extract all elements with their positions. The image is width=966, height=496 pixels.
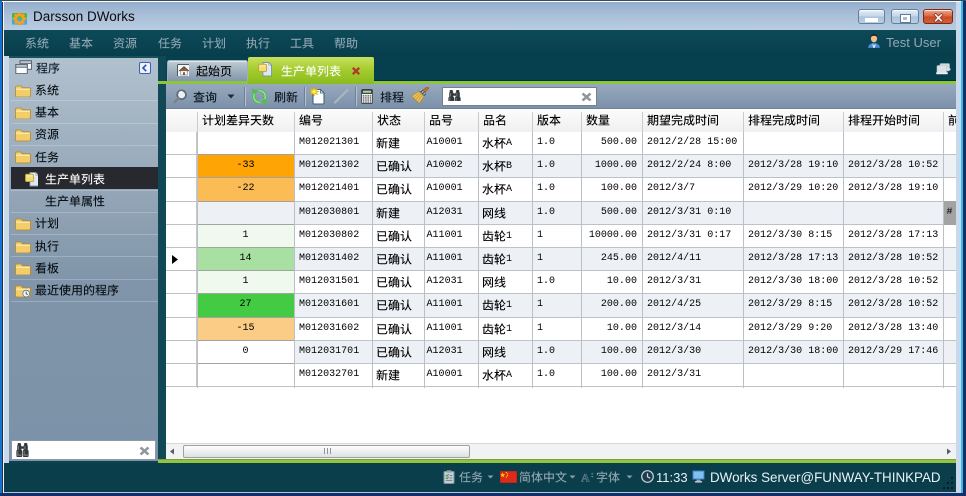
svg-text:A: A xyxy=(581,471,590,483)
